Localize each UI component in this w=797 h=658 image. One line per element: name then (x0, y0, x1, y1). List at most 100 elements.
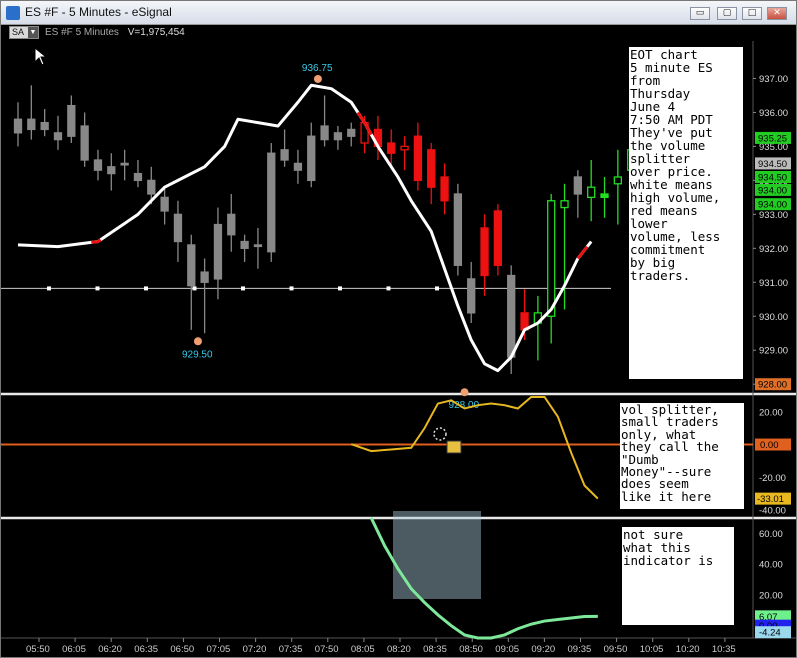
minimize-button[interactable]: ▭ (690, 7, 710, 20)
candle-body (160, 196, 169, 212)
highlight-box (393, 511, 481, 599)
candle-body (613, 176, 622, 185)
reference-marker (144, 286, 148, 291)
ind-tick-label: 60.00 (759, 529, 783, 540)
candle-body (573, 176, 583, 195)
reference-marker (192, 286, 197, 291)
time-tick-label: 06:50 (170, 644, 194, 655)
reference-marker (95, 286, 100, 291)
close-button[interactable]: ✕ (767, 7, 787, 20)
candle-body (320, 125, 329, 141)
candle-body (600, 193, 609, 199)
candle-body (587, 186, 596, 199)
candle-body (493, 210, 503, 266)
window-title: ES #F - 5 Minutes - eSignal (25, 5, 172, 19)
vol-zero-tag-label: 0.00 (760, 440, 779, 451)
last-price-tag-label: 934.00 (758, 200, 787, 211)
candle-body (333, 132, 343, 141)
vol-tick-label: -40.00 (759, 506, 786, 517)
vol-splitter-line (350, 396, 599, 500)
candle-body (213, 223, 223, 280)
esignal-app-icon (6, 6, 20, 20)
candle-body (400, 145, 409, 151)
candle-body (453, 193, 463, 266)
candle-body (240, 240, 249, 249)
candle-body (440, 176, 449, 202)
candle-body (507, 274, 516, 358)
candle-body (187, 244, 196, 287)
mouse-pointer-icon (34, 47, 48, 66)
time-tick-label: 06:35 (134, 644, 158, 655)
vol-tick-label: 20.00 (759, 407, 783, 418)
time-tick-label: 06:20 (98, 644, 122, 655)
time-tick-label: 08:35 (423, 644, 447, 655)
reference-marker (435, 286, 439, 291)
time-tick-label: 10:35 (712, 644, 736, 655)
price-line (17, 83, 593, 373)
price-line-low-volume (576, 245, 589, 260)
candle-body (267, 152, 276, 253)
last-price-tag-label: 934.50 (758, 172, 787, 183)
time-tick-label: 06:05 (62, 644, 86, 655)
chevron-down-icon: ▼ (28, 27, 38, 38)
low-marker-2-dot (460, 388, 469, 397)
candle-body (427, 149, 436, 188)
time-tick-label: 07:35 (279, 644, 303, 655)
vol-tick-label: -20.00 (759, 473, 786, 484)
candle-body (467, 278, 476, 314)
candle-body (107, 166, 116, 175)
time-tick-label: 09:20 (531, 644, 555, 655)
ind-tick-label: 20.00 (759, 590, 783, 601)
reference-marker (241, 286, 245, 291)
ind-tick-label: 40.00 (759, 560, 783, 571)
price-tick-label: 936.00 (759, 108, 788, 119)
price-tick-label: 929.00 (759, 346, 788, 357)
maximize-button[interactable]: □ (742, 7, 762, 20)
candle-body (307, 135, 316, 182)
candle-body (27, 118, 36, 131)
sa-label: SA (12, 27, 25, 37)
low-marker-label: 929.50 (182, 349, 213, 360)
time-tick-label: 08:20 (387, 644, 411, 655)
price-tick-label: 933.00 (759, 210, 788, 221)
symbol-name: ES #F (45, 27, 73, 38)
candle-body (560, 200, 569, 209)
candle-body (40, 121, 49, 131)
time-tick-label: 09:05 (495, 644, 519, 655)
volume-readout: V=1,975,454 (127, 27, 185, 38)
candle-body (53, 132, 63, 141)
candle-body (133, 172, 143, 182)
candle-body (173, 213, 183, 243)
candle-body (347, 128, 356, 137)
time-tick-label: 08:50 (459, 644, 483, 655)
annotation-note-indicator: not sure what this indicator is (622, 527, 734, 625)
last-price-tag-label: 928.00 (758, 380, 787, 391)
candle-body (93, 159, 103, 171)
annotation-note-price: EOT chart 5 minute ES from Thursday June… (629, 47, 743, 379)
title-bar[interactable]: ES #F - 5 Minutes - eSignal ▭ ▢ □ ✕ (1, 1, 796, 25)
price-tick-label: 931.00 (759, 278, 788, 289)
candle-body (227, 213, 236, 236)
time-tick-label: 07:05 (207, 644, 231, 655)
ind-tag-label: -4.24 (759, 628, 781, 639)
candle-body (387, 142, 396, 154)
reference-marker (289, 286, 294, 291)
candle-body (80, 125, 89, 161)
restore-button[interactable]: ▢ (717, 7, 737, 20)
candle-body (13, 118, 23, 134)
busy-cursor-icon (433, 427, 447, 441)
candle-body (67, 105, 76, 137)
interval-label: 5 Minutes (75, 27, 119, 38)
symbol-bar: SA ▼ ES #F 5 Minutes V=1,975,454 (1, 25, 796, 41)
candle-body (293, 162, 303, 171)
last-price-tag-label: 934.00 (758, 185, 787, 196)
candle-body (200, 271, 209, 283)
candle-body (280, 149, 289, 161)
candle-body (480, 227, 489, 277)
drawing-tool-icon (446, 440, 462, 454)
vol-last-tag-label: -33.01 (757, 494, 784, 505)
low-marker-dot (193, 337, 202, 346)
sa-dropdown[interactable]: SA ▼ (9, 26, 39, 39)
annotation-note-vol-splitter: vol splitter, small traders only, what t… (620, 403, 744, 509)
candle-body (547, 200, 556, 317)
